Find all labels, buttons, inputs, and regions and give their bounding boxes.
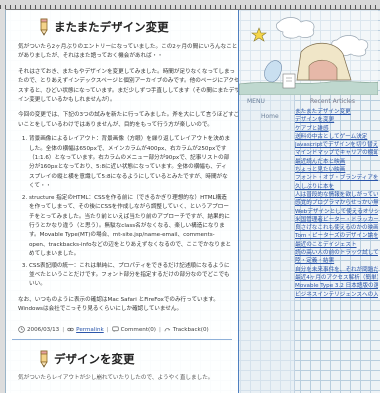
clock-icon bbox=[18, 326, 25, 333]
recent-article-link[interactable]: デザインを変更 bbox=[295, 116, 378, 124]
post-list: 背景画像によるレイアウト：背景画像（方眼）を繰り返してレイアウトを決めました。全… bbox=[12, 135, 232, 290]
recent-article-link[interactable]: マインドマップでキャリアの棚卸をしよう bbox=[295, 149, 378, 157]
recent-article-link[interactable]: 最近4ヶ月のアクセス解析（簡単） bbox=[295, 274, 378, 282]
recent-article-link[interactable]: 久しぶりに本を bbox=[295, 183, 378, 191]
recent-article-link[interactable]: 陸・定義・結果 bbox=[295, 257, 378, 265]
recent-article-link[interactable]: ケアプと雑感 bbox=[295, 125, 378, 133]
meta-separator: | bbox=[62, 326, 65, 333]
post-title-row: デザインを変更 bbox=[12, 349, 232, 369]
header-illustration bbox=[239, 10, 378, 95]
menu-label: MENU bbox=[247, 98, 265, 105]
pencil-icon bbox=[40, 18, 48, 36]
recent-article-link[interactable]: Javascriptでデザインを切り替える（更新中） bbox=[295, 141, 378, 149]
post-title-row: またまたデザイン変更 bbox=[12, 17, 232, 37]
post-paragraph-1: 気がついたら2ヶ月ぶりのエントリーになっていました。この2ヶ月の間にいろんなこと… bbox=[18, 44, 238, 60]
menu-column bbox=[239, 95, 295, 393]
recent-article-link[interactable]: Tom・ピーターズのデザイン論を発表 bbox=[295, 232, 378, 240]
recent-article-link[interactable]: Webデザインとして使えるオリジナルオブジェクト bbox=[295, 208, 378, 216]
recent-article-link[interactable]: 良さげなこれも使えるのかの映画 bbox=[295, 224, 378, 232]
recent-article-link[interactable]: またまたデザイン変更 bbox=[295, 108, 378, 116]
recent-article-link[interactable]: フォント・オブ・ブランディアを見てきました。 bbox=[295, 174, 378, 182]
recent-article-link[interactable]: 自分を未来事件を、それが問題だ。 bbox=[295, 266, 378, 274]
list-item: structure 指定のHTML：CSSを作る前に（できるかぎり理想的な）HT… bbox=[29, 194, 232, 260]
recent-article-link[interactable]: 最近読んだ本と映画 bbox=[295, 158, 378, 166]
post-title[interactable]: またまたデザイン変更 bbox=[54, 19, 169, 35]
trackback-icon bbox=[164, 328, 170, 332]
list-item: CSS表記順の統一：これは単純に、プロパティをできるだけ記述順になるように並べた… bbox=[29, 262, 232, 290]
comments-link[interactable]: Comment(0) bbox=[121, 327, 156, 333]
page: またまたデザイン変更 気がついたら2ヶ月ぶりのエントリーになっていました。この2… bbox=[5, 10, 378, 393]
recent-article-link[interactable]: 送料の中古としてゲーム決定 bbox=[295, 133, 378, 141]
link-icon bbox=[67, 327, 74, 332]
sidebar: MENU Home Recent Articles またまたデザイン変更 デザイ… bbox=[239, 10, 378, 393]
recent-article-link[interactable]: 米国管理者ビーター・ドラッカー氏の死去 bbox=[295, 216, 378, 224]
post-1: またまたデザイン変更 気がついたら2ヶ月ぶりのエントリーになっていました。この2… bbox=[6, 17, 238, 340]
recent-article-link[interactable]: 人は普段的な情報を欲しがっているパーソナル世界 bbox=[295, 191, 378, 199]
comment-icon bbox=[111, 326, 119, 333]
recent-article-link[interactable]: ビジネスインテリジェンスへの入り口 bbox=[295, 291, 378, 299]
post-title[interactable]: デザインを変更 bbox=[54, 351, 135, 367]
recent-article-link[interactable]: 感覚的プログラマからせっかい無料のお出来るか bbox=[295, 199, 378, 207]
recent-article-link[interactable]: 最近のことデイジェスト bbox=[295, 241, 378, 249]
home-link[interactable]: Home bbox=[261, 113, 279, 120]
trackback-link[interactable]: Trackback(0) bbox=[173, 327, 209, 333]
pencil-icon bbox=[40, 350, 48, 368]
recent-article-link[interactable]: 読の高い人の前のトラック試してみた bbox=[295, 249, 378, 257]
recent-article-link[interactable]: ちょっと見たい映画 bbox=[295, 166, 378, 174]
post-2: デザインを変更 気がついたらレイアウトが少し崩れていたりしたので、ようやく直しま… bbox=[6, 349, 238, 383]
list-item: 背景画像によるレイアウト：背景画像（方眼）を繰り返してレイアウトを決めました。全… bbox=[29, 135, 232, 191]
post-paragraph-2: それはさておき、またもやデザインを変更してみました。時間が足りなくなってしまった… bbox=[18, 68, 239, 104]
recent-article-link[interactable]: Movable Type 3.2 日本語版の選択を発表 bbox=[295, 282, 378, 290]
post-paragraph-4: なお、いつものように表示の確認はMac Safari とFireFoxでのみ行っ… bbox=[18, 296, 219, 313]
permalink-link[interactable]: Permalink bbox=[76, 327, 104, 333]
post-date: 2006/03/13 bbox=[27, 326, 60, 333]
post-divider bbox=[12, 338, 232, 340]
main-column: またまたデザイン変更 気がついたら2ヶ月ぶりのエントリーになっていました。この2… bbox=[6, 10, 239, 393]
post-paragraph-3: 今回の変更では、下記の3つの試みを新たに行ってみました。斧を大にして言うほどすご… bbox=[18, 112, 239, 128]
top-ruler bbox=[0, 0, 380, 10]
meta-separator: | bbox=[106, 326, 109, 333]
recent-articles-list: またまたデザイン変更 デザインを変更 ケアプと雑感 送料の中古としてゲーム決定 … bbox=[295, 108, 378, 299]
post-meta: 2006/03/13 | Permalink | Comment(0) | Tr… bbox=[18, 324, 232, 336]
post-paragraph: 気がついたらレイアウトが少し崩れていたりしたので、ようやく直しました。 bbox=[18, 374, 214, 381]
meta-separator: | bbox=[158, 326, 161, 333]
recent-articles-heading: Recent Articles bbox=[309, 98, 356, 105]
